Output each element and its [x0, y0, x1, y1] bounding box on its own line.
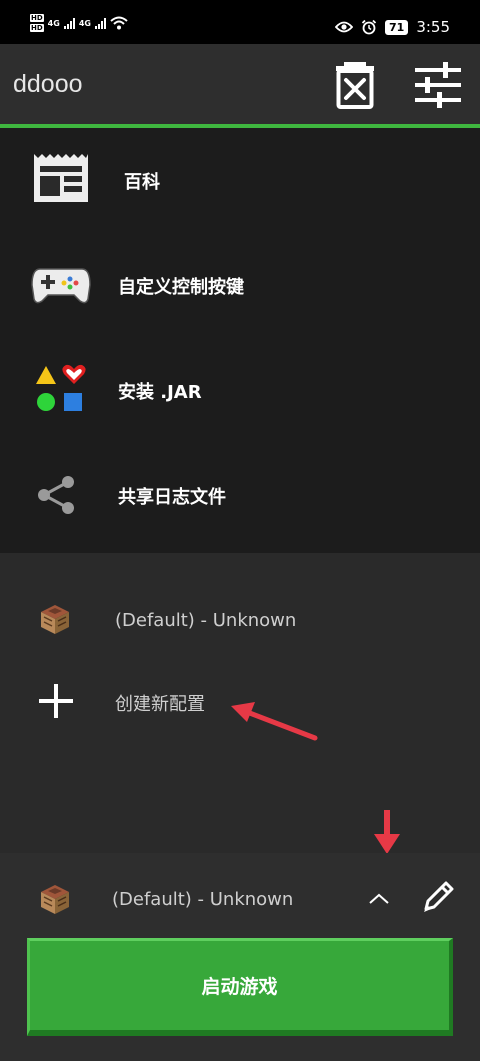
hd-badge-2: HD	[30, 24, 44, 32]
launch-game-button[interactable]: 启动游戏	[27, 938, 453, 1036]
network-type-1: 4G	[47, 18, 60, 28]
clock: 3:55	[416, 18, 450, 36]
menu-item-custom-controls[interactable]: 自定义控制按键	[0, 233, 480, 337]
network-type-2: 4G	[78, 18, 91, 28]
bottom-bar: (Default) - Unknown 启动游戏	[0, 853, 480, 1061]
app-title: ddooo	[13, 70, 83, 98]
menu-item-wiki[interactable]: 百科	[0, 128, 480, 232]
plus-icon	[39, 684, 73, 718]
profile-item-default[interactable]: (Default) - Unknown	[0, 585, 480, 655]
app-bar: ddooo	[0, 44, 480, 124]
eye-icon	[335, 21, 353, 33]
alarm-icon	[361, 19, 377, 35]
signal-icon-2	[94, 17, 106, 29]
chevron-up-icon[interactable]	[366, 889, 392, 909]
menu-item-label: 百科	[124, 172, 160, 193]
create-profile-label: 创建新配置	[115, 694, 205, 715]
wifi-icon	[110, 16, 128, 30]
signal-icon-1	[63, 17, 75, 29]
status-bar: HD HD 4G 4G 71 3:55	[0, 0, 480, 44]
gamepad-icon	[31, 268, 91, 304]
selected-profile-label[interactable]: (Default) - Unknown	[112, 889, 293, 910]
shapes-icon	[36, 364, 86, 411]
signal-indicators: HD HD 4G 4G	[30, 14, 128, 32]
share-icon	[38, 476, 74, 514]
menu-item-label: 共享日志文件	[118, 487, 226, 508]
annotation-arrow-left-icon	[231, 702, 318, 741]
menu-item-install-jar[interactable]: 安装 .JAR	[0, 338, 480, 442]
crafting-table-icon	[41, 605, 69, 634]
trash-x-icon[interactable]	[330, 60, 380, 110]
annotation-arrow-down-icon	[374, 810, 400, 854]
menu-item-share-logs[interactable]: 共享日志文件	[0, 443, 480, 547]
hd-badge-1: HD	[30, 14, 44, 22]
status-right: 71 3:55	[335, 18, 450, 36]
menu-item-label: 自定义控制按键	[118, 277, 244, 298]
launch-game-label: 启动游戏	[201, 976, 278, 998]
pencil-icon[interactable]	[418, 877, 458, 917]
menu-item-label: 安装 .JAR	[118, 382, 202, 403]
profile-label: (Default) - Unknown	[115, 610, 297, 631]
tune-sliders-icon[interactable]	[413, 62, 463, 108]
drawer-menu: 百科 自定义控制按键 安装 .JAR 共享日志文件	[0, 128, 480, 553]
battery-indicator: 71	[385, 19, 409, 35]
crafting-table-icon	[41, 885, 69, 914]
newspaper-icon	[34, 154, 88, 202]
